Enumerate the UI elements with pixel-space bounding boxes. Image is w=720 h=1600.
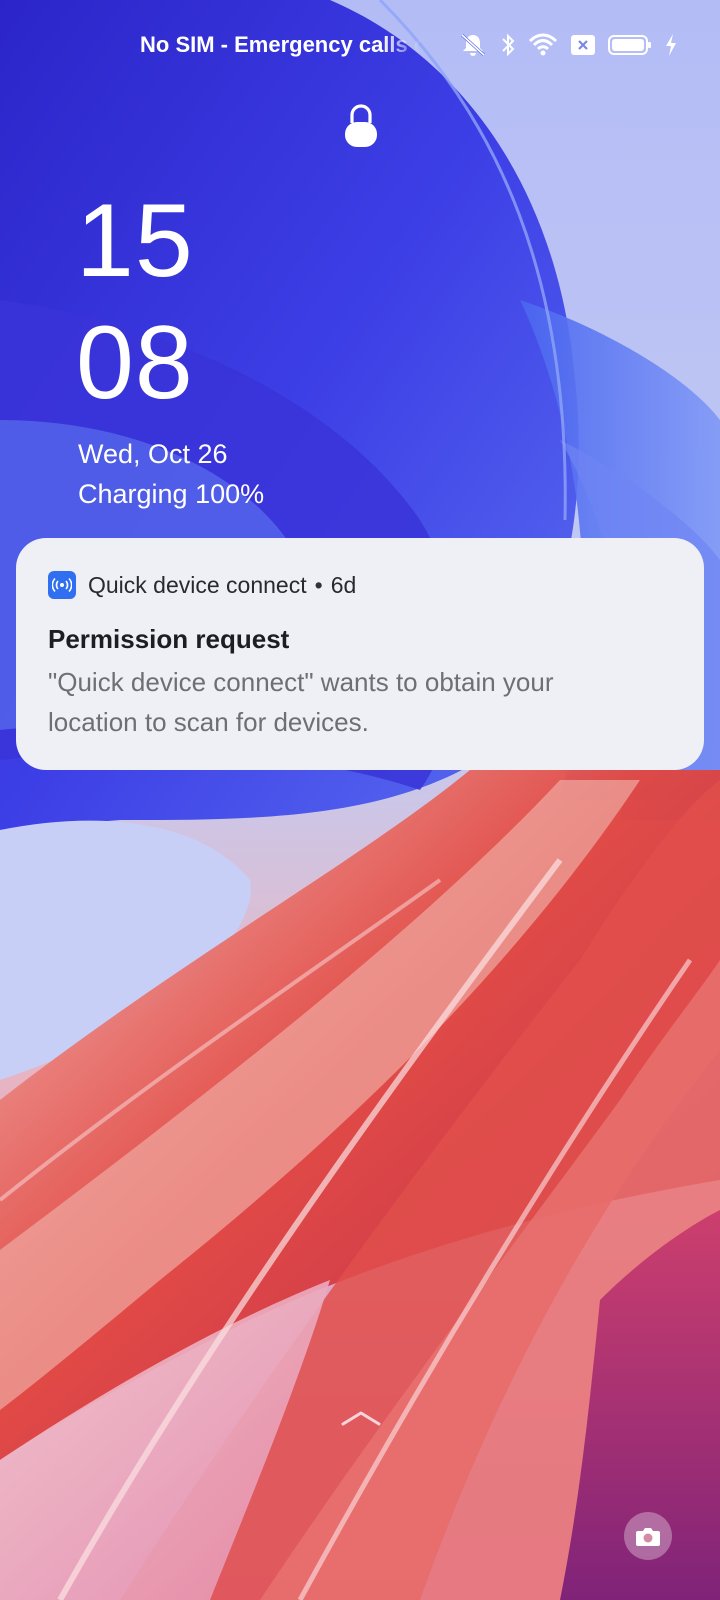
- notification-title: Permission request: [48, 624, 290, 654]
- no-sim-icon: [570, 34, 596, 56]
- notification-card[interactable]: Quick device connect • 6d Permission reque…: [16, 538, 704, 770]
- status-icons: [458, 30, 676, 60]
- clock-hour: 15: [76, 183, 194, 299]
- bluetooth-icon: [500, 32, 516, 58]
- lock-icon[interactable]: [343, 103, 379, 149]
- notification-separator: •: [314, 572, 323, 598]
- carrier-status-text: No SIM - Emergency calls only: [140, 32, 422, 57]
- charging-bolt-icon: [664, 33, 678, 57]
- notification-age: 6d: [330, 572, 357, 598]
- lockscreen-clock: 15 08: [76, 180, 194, 424]
- charging-status: Charging 100%: [78, 479, 265, 509]
- notification-body: "Quick device connect" wants to obtain y…: [48, 667, 554, 737]
- bell-muted-icon: [458, 32, 488, 58]
- wifi-icon: [528, 33, 558, 57]
- clock-minute: 08: [76, 305, 194, 421]
- chevron-up-icon[interactable]: [340, 1407, 382, 1429]
- notification-app-name: Quick device connect: [88, 572, 307, 598]
- battery-icon: [608, 34, 652, 56]
- camera-button[interactable]: [624, 1512, 672, 1560]
- camera-icon: [636, 1528, 660, 1546]
- date-text: Wed, Oct 26: [78, 439, 228, 469]
- notification-header: Quick device connect • 6d: [88, 569, 356, 601]
- radio-signal-icon: [48, 571, 76, 599]
